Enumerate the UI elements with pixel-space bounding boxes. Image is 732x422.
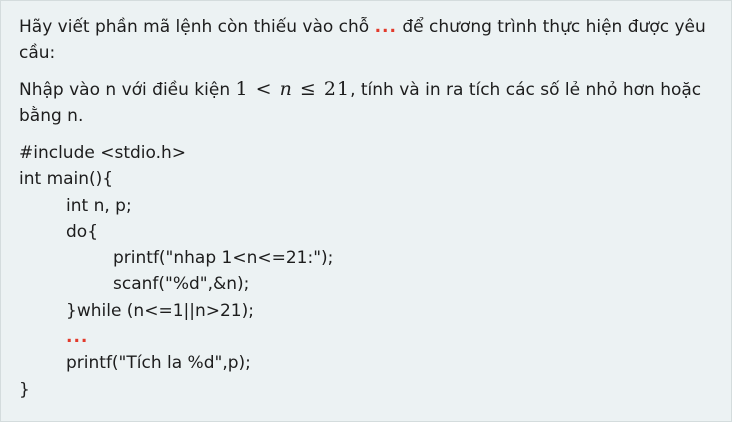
math-less-than: < [255, 78, 273, 100]
task-before-math: Nhập vào n với điều kiện [19, 80, 236, 100]
code-line-text: int main(){ [19, 169, 114, 190]
code-line: }while (n<=1||n>21); [19, 298, 709, 324]
code-line: int n, p; [19, 193, 709, 219]
code-line-text: do{ [66, 221, 99, 242]
code-line-text: }while (n<=1||n>21); [66, 300, 254, 321]
code-line: int main(){ [19, 166, 709, 192]
code-line-text: #include <stdio.h> [19, 143, 187, 163]
math-upper-bound: 21 [323, 78, 351, 100]
math-variable: n [279, 78, 293, 100]
code-line-text: printf("nhap 1<n<=21:"); [113, 248, 334, 269]
code-line: do{ [19, 219, 709, 245]
code-line: printf("nhap 1<n<=21:"); [19, 245, 709, 271]
exercise-card: Hãy viết phần mã lệnh còn thiếu vào chỗ … [0, 0, 732, 422]
missing-code-marker: ... [374, 17, 397, 37]
math-condition: 1 < n ≤ 21 [236, 78, 351, 100]
missing-code-placeholder: ... [19, 324, 709, 350]
code-line-text: printf("Tích la %d",p); [66, 353, 251, 374]
instruction-before-marker: Hãy viết phần mã lệnh còn thiếu vào chỗ [19, 17, 375, 37]
code-block: #include <stdio.h> int main(){ int n, p; do… [19, 140, 709, 403]
code-line: scanf("%d",&n); [19, 271, 709, 297]
math-lower-bound: 1 [235, 78, 249, 100]
code-line-text: int n, p; [66, 195, 132, 216]
code-line-text: } [19, 379, 30, 400]
code-line: } [19, 377, 709, 403]
task-text: Nhập vào n với điều kiện 1 < n ≤ 21, tín… [19, 76, 709, 129]
code-line: printf("Tích la %d",p); [19, 350, 709, 376]
code-line-text: ... [66, 327, 89, 348]
instruction-text: Hãy viết phần mã lệnh còn thiếu vào chỗ … [19, 14, 709, 66]
math-less-equal: ≤ [299, 78, 317, 100]
code-line: #include <stdio.h> [19, 140, 709, 166]
code-line-text: scanf("%d",&n); [113, 274, 250, 295]
